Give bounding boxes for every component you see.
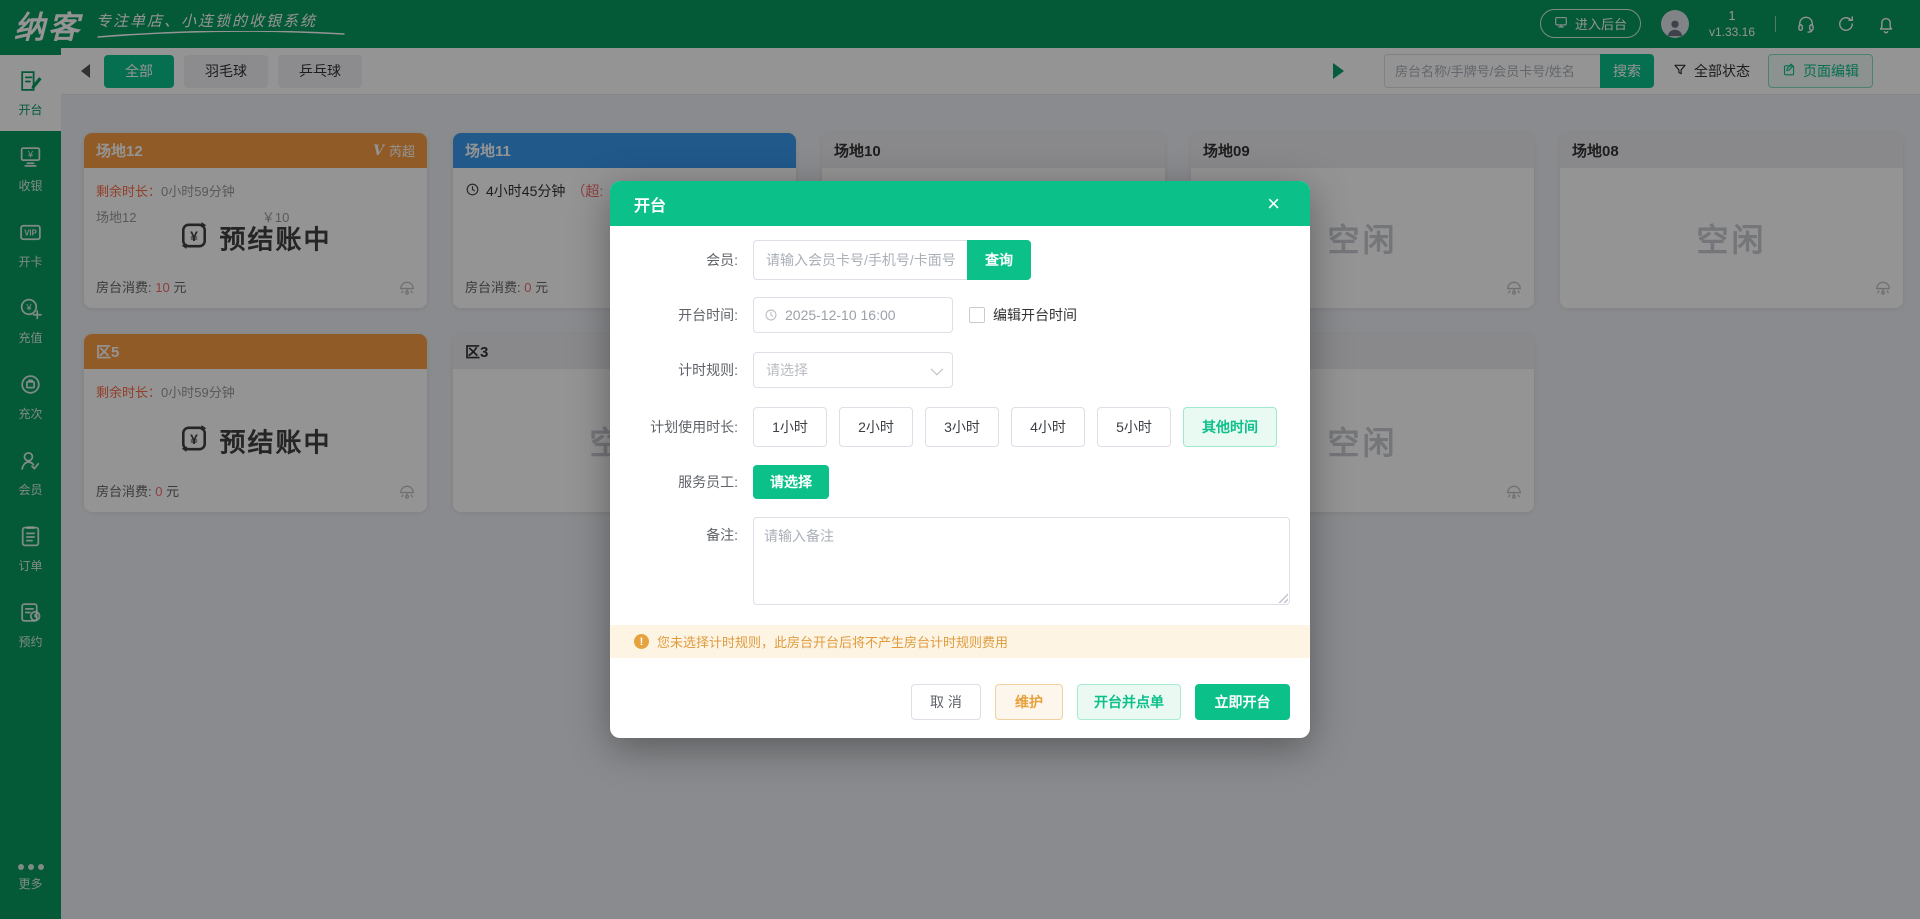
warning-icon: ! bbox=[634, 634, 649, 649]
chevron-down-icon bbox=[931, 362, 944, 375]
open-time-value: 2025-12-10 16:00 bbox=[785, 307, 896, 323]
duration-4h-button[interactable]: 4小时 bbox=[1011, 407, 1085, 447]
close-icon[interactable]: × bbox=[1261, 192, 1286, 216]
open-now-button[interactable]: 立即开台 bbox=[1195, 684, 1290, 720]
timing-rule-placeholder: 请选择 bbox=[766, 360, 808, 380]
modal-footer: 取 消 维护 开台并点单 立即开台 bbox=[911, 684, 1290, 720]
edit-time-checkbox[interactable] bbox=[969, 307, 985, 323]
modal-title: 开台 bbox=[634, 192, 666, 216]
app-root: 纳客 专注单店、小连锁的收银系统 进入后台 1 v1.33.16 bbox=[0, 0, 1920, 919]
note-label: 备注: bbox=[610, 517, 738, 545]
clock-icon bbox=[764, 308, 778, 322]
edit-time-label: 编辑开台时间 bbox=[993, 305, 1077, 325]
duration-other-button[interactable]: 其他时间 bbox=[1183, 407, 1277, 447]
open-time-row: 开台时间: 2025-12-10 16:00 编辑开台时间 bbox=[610, 297, 1077, 333]
staff-row: 服务员工: 请选择 bbox=[610, 465, 829, 499]
timing-rule-row: 计时规则: 请选择 bbox=[610, 352, 953, 388]
duration-row: 计划使用时长: 1小时 2小时 3小时 4小时 5小时 其他时间 bbox=[610, 407, 1277, 447]
duration-3h-button[interactable]: 3小时 bbox=[925, 407, 999, 447]
modal-header: 开台 × bbox=[610, 181, 1310, 226]
duration-1h-button[interactable]: 1小时 bbox=[753, 407, 827, 447]
query-button[interactable]: 查询 bbox=[967, 240, 1031, 280]
duration-5h-button[interactable]: 5小时 bbox=[1097, 407, 1171, 447]
maintain-button[interactable]: 维护 bbox=[995, 684, 1063, 720]
timing-rule-label: 计时规则: bbox=[610, 360, 738, 380]
member-label: 会员: bbox=[610, 250, 738, 270]
open-table-modal: 开台 × 会员: 查询 开台时间: 2025-12-10 16:00 编辑开台时… bbox=[610, 181, 1310, 738]
note-box bbox=[753, 517, 1290, 605]
duration-2h-button[interactable]: 2小时 bbox=[839, 407, 913, 447]
staff-select-button[interactable]: 请选择 bbox=[753, 465, 829, 499]
member-row: 会员: 查询 bbox=[610, 240, 1031, 280]
timing-rule-select[interactable]: 请选择 bbox=[753, 352, 953, 388]
cancel-button[interactable]: 取 消 bbox=[911, 684, 981, 720]
open-time-picker[interactable]: 2025-12-10 16:00 bbox=[753, 297, 953, 333]
warning-text: 您未选择计时规则，此房台开台后将不产生房台计时规则费用 bbox=[657, 632, 1008, 651]
staff-label: 服务员工: bbox=[610, 472, 738, 492]
note-row: 备注: bbox=[610, 517, 1290, 605]
open-time-label: 开台时间: bbox=[610, 305, 738, 325]
note-textarea[interactable] bbox=[753, 517, 1290, 605]
member-input[interactable] bbox=[753, 240, 967, 280]
open-and-order-button[interactable]: 开台并点单 bbox=[1077, 684, 1181, 720]
warning-bar: ! 您未选择计时规则，此房台开台后将不产生房台计时规则费用 bbox=[610, 625, 1310, 658]
duration-label: 计划使用时长: bbox=[610, 417, 738, 437]
